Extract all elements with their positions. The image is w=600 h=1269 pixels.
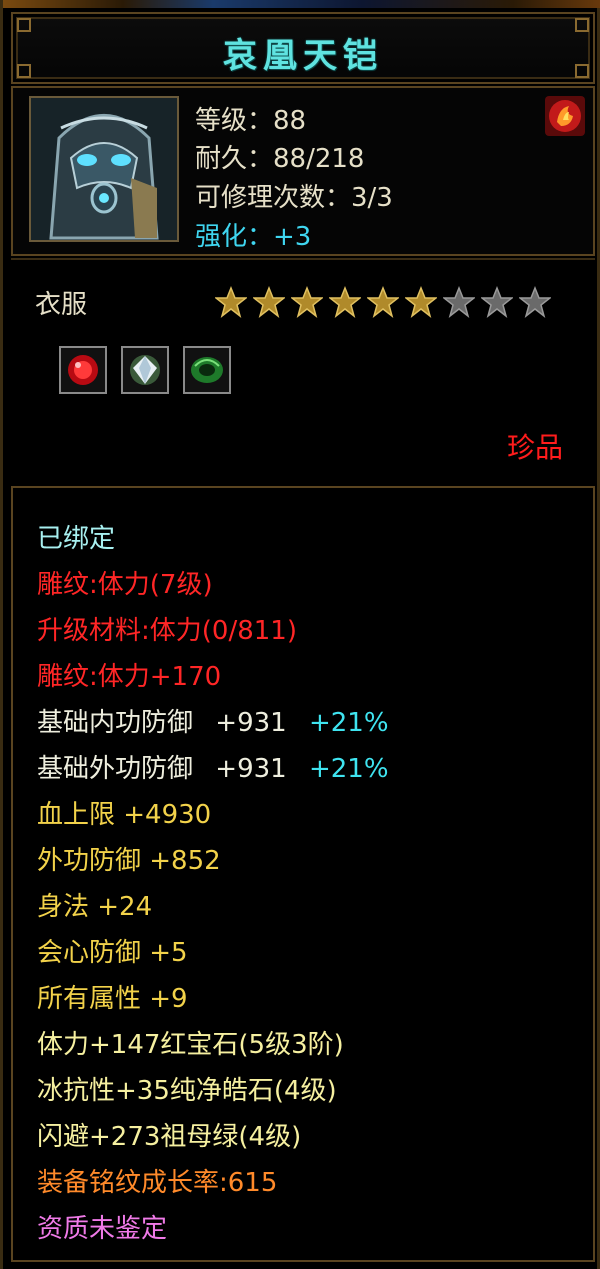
durability-text: 耐久：88/218 [195, 144, 365, 174]
inner-defense-line: 基础内功防御 +931 +21% [37, 702, 389, 739]
quality-label: 珍品 [506, 431, 563, 464]
green-jade-icon[interactable] [183, 346, 231, 394]
engrave-bonus-line: 雕纹:体力+170 [37, 662, 222, 692]
armor-portrait-icon [29, 96, 179, 242]
engrave-line: 雕纹:体力(7级) [37, 570, 213, 600]
all-attr-line: 所有属性 +9 [37, 984, 188, 1014]
star-empty-icon [519, 286, 551, 318]
star-empty-icon [443, 286, 475, 318]
outer-defense-pct: +21% [308, 754, 389, 784]
item-tooltip-panel: 哀凰天铠 等级：88 耐久：88/218 可修理次数：3/3 强化：+3 衣服 … [0, 0, 600, 1269]
repair-count-text: 可修理次数：3/3 [195, 183, 393, 213]
outer-defense-value: +931 [215, 754, 287, 784]
star-icon [405, 286, 437, 318]
star-empty-icon [481, 286, 513, 318]
title-bar: 哀凰天铠 [11, 12, 595, 84]
top-frame-strip [3, 0, 600, 8]
star-icon [253, 286, 285, 318]
diamond-gem-icon[interactable] [121, 346, 169, 394]
inner-defense-label: 基础内功防御 [37, 708, 194, 738]
growth-rate-line: 装备铭纹成长率:615 [37, 1168, 278, 1198]
star-icon [367, 286, 399, 318]
gem-slots [59, 346, 231, 394]
outer-defense-label: 基础外功防御 [37, 754, 194, 784]
bound-status: 已绑定 [37, 524, 116, 554]
gem-bonus-line-2: 冰抗性+35纯净皓石(4级) [37, 1076, 337, 1106]
agility-line: 身法 +24 [37, 892, 153, 922]
star-icon [291, 286, 323, 318]
red-gem-icon[interactable] [59, 346, 107, 394]
divider [11, 258, 595, 260]
inner-defense-pct: +21% [308, 708, 389, 738]
star-rating [215, 286, 551, 318]
star-icon [329, 286, 361, 318]
aptitude-line: 资质未鉴定 [37, 1214, 168, 1244]
upgrade-material-line: 升级材料:体力(0/811) [37, 616, 297, 646]
enhance-text: 强化：+3 [195, 222, 312, 252]
attribute-box: 已绑定 雕纹:体力(7级) 升级材料:体力(0/811) 雕纹:体力+170 基… [11, 486, 595, 1262]
outer-defense-base-line: 基础外功防御 +931 +21% [37, 748, 389, 785]
star-icon [215, 286, 247, 318]
item-info-box: 等级：88 耐久：88/218 可修理次数：3/3 强化：+3 [11, 86, 595, 256]
item-category: 衣服 [35, 290, 88, 320]
crit-defense-line: 会心防御 +5 [37, 938, 188, 968]
outer-defense-line: 外功防御 +852 [37, 846, 221, 876]
level-text: 等级：88 [195, 106, 307, 136]
item-name: 哀凰天铠 [223, 36, 383, 76]
hp-line: 血上限 +4930 [37, 800, 212, 830]
fire-element-icon [545, 96, 585, 136]
gem-bonus-line-1: 体力+147红宝石(5级3阶) [37, 1030, 344, 1060]
inner-defense-value: +931 [215, 708, 287, 738]
gem-bonus-line-3: 闪避+273祖母绿(4级) [37, 1122, 302, 1152]
